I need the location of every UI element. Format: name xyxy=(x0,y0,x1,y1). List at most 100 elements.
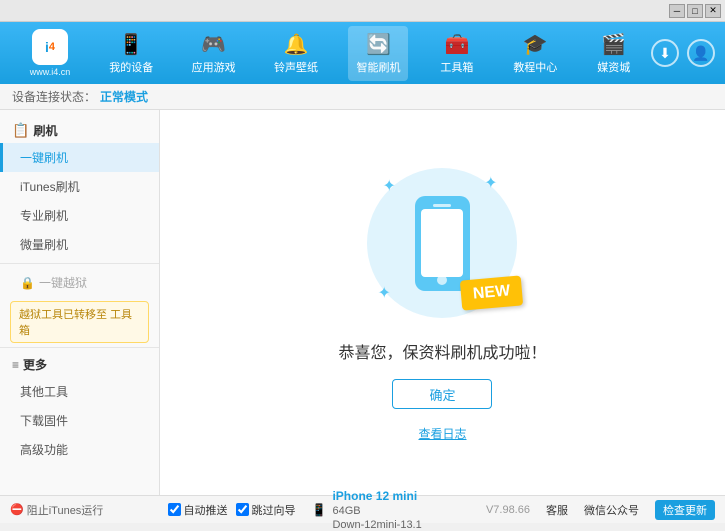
apps-games-label: 应用游戏 xyxy=(192,59,236,75)
smart-flash-icon: 🔄 xyxy=(366,32,391,57)
nav-actions: ⬇ 👤 xyxy=(651,39,715,67)
device-name: iPhone 12 mini xyxy=(332,489,417,503)
flash-section-title: 📋 刷机 xyxy=(0,118,159,143)
stop-itunes-label: 阻止iTunes运行 xyxy=(27,502,104,518)
sidebar: 📋 刷机 一键刷机 iTunes刷机 专业刷机 微量刷机 🔒 一键越狱 越狱工具… xyxy=(0,110,160,495)
new-badge: NEW xyxy=(460,275,524,310)
app-logo[interactable]: i 4 www.i4.cn xyxy=(10,29,90,77)
stop-itunes-btn[interactable]: ⛔ 阻止iTunes运行 xyxy=(10,502,103,518)
maximize-btn[interactable]: □ xyxy=(687,4,703,18)
new-badge-text: NEW xyxy=(472,282,511,302)
sidebar-item-one-key-flash[interactable]: 一键刷机 xyxy=(0,143,159,172)
version-label: V7.98.66 xyxy=(486,504,530,516)
status-label: 设备连接状态： xyxy=(12,88,96,105)
bottom-bar: ⛔ 阻止iTunes运行 自动推送 跳过向导 📱 iPhone 12 mini … xyxy=(0,495,725,523)
user-btn[interactable]: 👤 xyxy=(687,39,715,67)
main-layout: 📋 刷机 一键刷机 iTunes刷机 专业刷机 微量刷机 🔒 一键越狱 越狱工具… xyxy=(0,110,725,495)
itunes-flash-label: iTunes刷机 xyxy=(20,180,80,194)
device-icon: 📱 xyxy=(312,503,327,517)
lock-icon: 🔒 xyxy=(20,276,35,290)
nav-media[interactable]: 🎬 媒资城 xyxy=(588,26,640,81)
skip-wizard-checkbox-container[interactable]: 跳过向导 xyxy=(236,502,296,518)
nav-items: 📱 我的设备 🎮 应用游戏 🔔 铃声壁纸 🔄 智能刷机 🧰 工具箱 🎓 教程中心 xyxy=(90,26,651,81)
jailbreak-label: 一键越狱 xyxy=(39,274,87,291)
content-area: NEW ✦ ✦ ✦ 恭喜您，保资料刷机成功啦！ 确定 查看日志 xyxy=(160,110,725,495)
micro-flash-label: 微量刷机 xyxy=(20,238,68,252)
phone-shape xyxy=(415,196,470,291)
phone-speaker xyxy=(433,204,451,207)
download-btn[interactable]: ⬇ xyxy=(651,39,679,67)
one-key-flash-label: 一键刷机 xyxy=(20,151,68,165)
sidebar-divider-1 xyxy=(0,263,159,264)
more-section-title: ≡ 更多 xyxy=(0,352,159,377)
logo-icon: i 4 xyxy=(32,29,68,65)
flash-section-label: 刷机 xyxy=(33,122,57,139)
wechat-public-link[interactable]: 微信公众号 xyxy=(584,502,639,518)
device-details: iPhone 12 mini 64GB Down-12mini-13.1 xyxy=(332,489,421,531)
auto-push-checkbox-container[interactable]: 自动推送 xyxy=(168,502,228,518)
sidebar-item-download-firmware[interactable]: 下载固件 xyxy=(0,406,159,435)
sidebar-item-advanced[interactable]: 高级功能 xyxy=(0,435,159,464)
smart-flash-label: 智能刷机 xyxy=(356,59,400,75)
customer-service-link[interactable]: 客服 xyxy=(546,502,568,518)
toolbox-label: 工具箱 xyxy=(440,59,473,75)
journal-link[interactable]: 查看日志 xyxy=(418,425,466,442)
media-label: 媒资城 xyxy=(597,59,630,75)
sparkle-icon-3: ✦ xyxy=(377,283,390,303)
nav-tutorial[interactable]: 🎓 教程中心 xyxy=(505,26,565,81)
sidebar-item-pro-flash[interactable]: 专业刷机 xyxy=(0,201,159,230)
minimize-btn[interactable]: ─ xyxy=(669,4,685,18)
sidebar-item-itunes-flash[interactable]: iTunes刷机 xyxy=(0,172,159,201)
device-info: 📱 iPhone 12 mini 64GB Down-12mini-13.1 xyxy=(312,489,422,531)
phone-home xyxy=(437,275,447,285)
auto-push-label: 自动推送 xyxy=(184,502,228,518)
logo-site: www.i4.cn xyxy=(30,67,71,77)
title-bar: ─ □ ✕ xyxy=(0,0,725,22)
skip-wizard-checkbox[interactable] xyxy=(236,503,249,516)
my-device-icon: 📱 xyxy=(119,32,144,57)
status-value: 正常模式 xyxy=(100,88,148,105)
advanced-label: 高级功能 xyxy=(20,443,68,457)
check-update-btn[interactable]: 检查更新 xyxy=(655,500,715,520)
sidebar-divider-2 xyxy=(0,347,159,348)
phone-screen xyxy=(421,209,463,277)
stop-itunes-icon: ⛔ xyxy=(10,503,24,516)
device-capacity: 64GB xyxy=(332,505,360,517)
ringtone-label: 铃声壁纸 xyxy=(274,59,318,75)
sidebar-item-other-tools[interactable]: 其他工具 xyxy=(0,377,159,406)
ringtone-icon: 🔔 xyxy=(284,32,309,57)
sparkle-icon-1: ✦ xyxy=(382,176,395,196)
tutorial-label: 教程中心 xyxy=(513,59,557,75)
skip-wizard-label: 跳过向导 xyxy=(252,502,296,518)
status-bar: 设备连接状态： 正常模式 xyxy=(0,84,725,110)
download-firmware-label: 下载固件 xyxy=(20,414,68,428)
warning-text: 越狱工具已转移至 工具箱 xyxy=(19,309,132,337)
nav-my-device[interactable]: 📱 我的设备 xyxy=(101,26,161,81)
success-area: NEW ✦ ✦ ✦ 恭喜您，保资料刷机成功啦！ 确定 查看日志 xyxy=(338,163,546,442)
nav-ringtone[interactable]: 🔔 铃声壁纸 xyxy=(266,26,326,81)
phone-bg-circle: NEW ✦ ✦ ✦ xyxy=(367,168,517,318)
bottom-right: V7.98.66 客服 微信公众号 检查更新 xyxy=(486,500,715,520)
media-icon: 🎬 xyxy=(601,32,626,57)
phone-illustration: NEW ✦ ✦ ✦ xyxy=(362,163,522,323)
my-device-label: 我的设备 xyxy=(109,59,153,75)
nav-toolbox[interactable]: 🧰 工具箱 xyxy=(431,26,483,81)
apps-games-icon: 🎮 xyxy=(201,32,226,57)
close-btn[interactable]: ✕ xyxy=(705,4,721,18)
other-tools-label: 其他工具 xyxy=(20,385,68,399)
confirm-button[interactable]: 确定 xyxy=(392,379,492,409)
flash-section-icon: 📋 xyxy=(12,122,29,139)
sidebar-item-micro-flash[interactable]: 微量刷机 xyxy=(0,230,159,259)
navbar: i 4 www.i4.cn 📱 我的设备 🎮 应用游戏 🔔 铃声壁纸 🔄 智能刷… xyxy=(0,22,725,84)
more-section-label: 更多 xyxy=(23,356,47,373)
pro-flash-label: 专业刷机 xyxy=(20,209,68,223)
sidebar-warning: 越狱工具已转移至 工具箱 xyxy=(10,301,149,343)
nav-apps-games[interactable]: 🎮 应用游戏 xyxy=(184,26,244,81)
nav-smart-flash[interactable]: 🔄 智能刷机 xyxy=(348,26,408,81)
more-section-icon: ≡ xyxy=(12,358,19,372)
bottom-left: 自动推送 跳过向导 📱 iPhone 12 mini 64GB Down-12m… xyxy=(168,489,422,531)
auto-push-checkbox[interactable] xyxy=(168,503,181,516)
sparkle-icon-2: ✦ xyxy=(484,173,497,193)
window-controls[interactable]: ─ □ ✕ xyxy=(669,4,721,18)
device-model: Down-12mini-13.1 xyxy=(332,519,421,531)
